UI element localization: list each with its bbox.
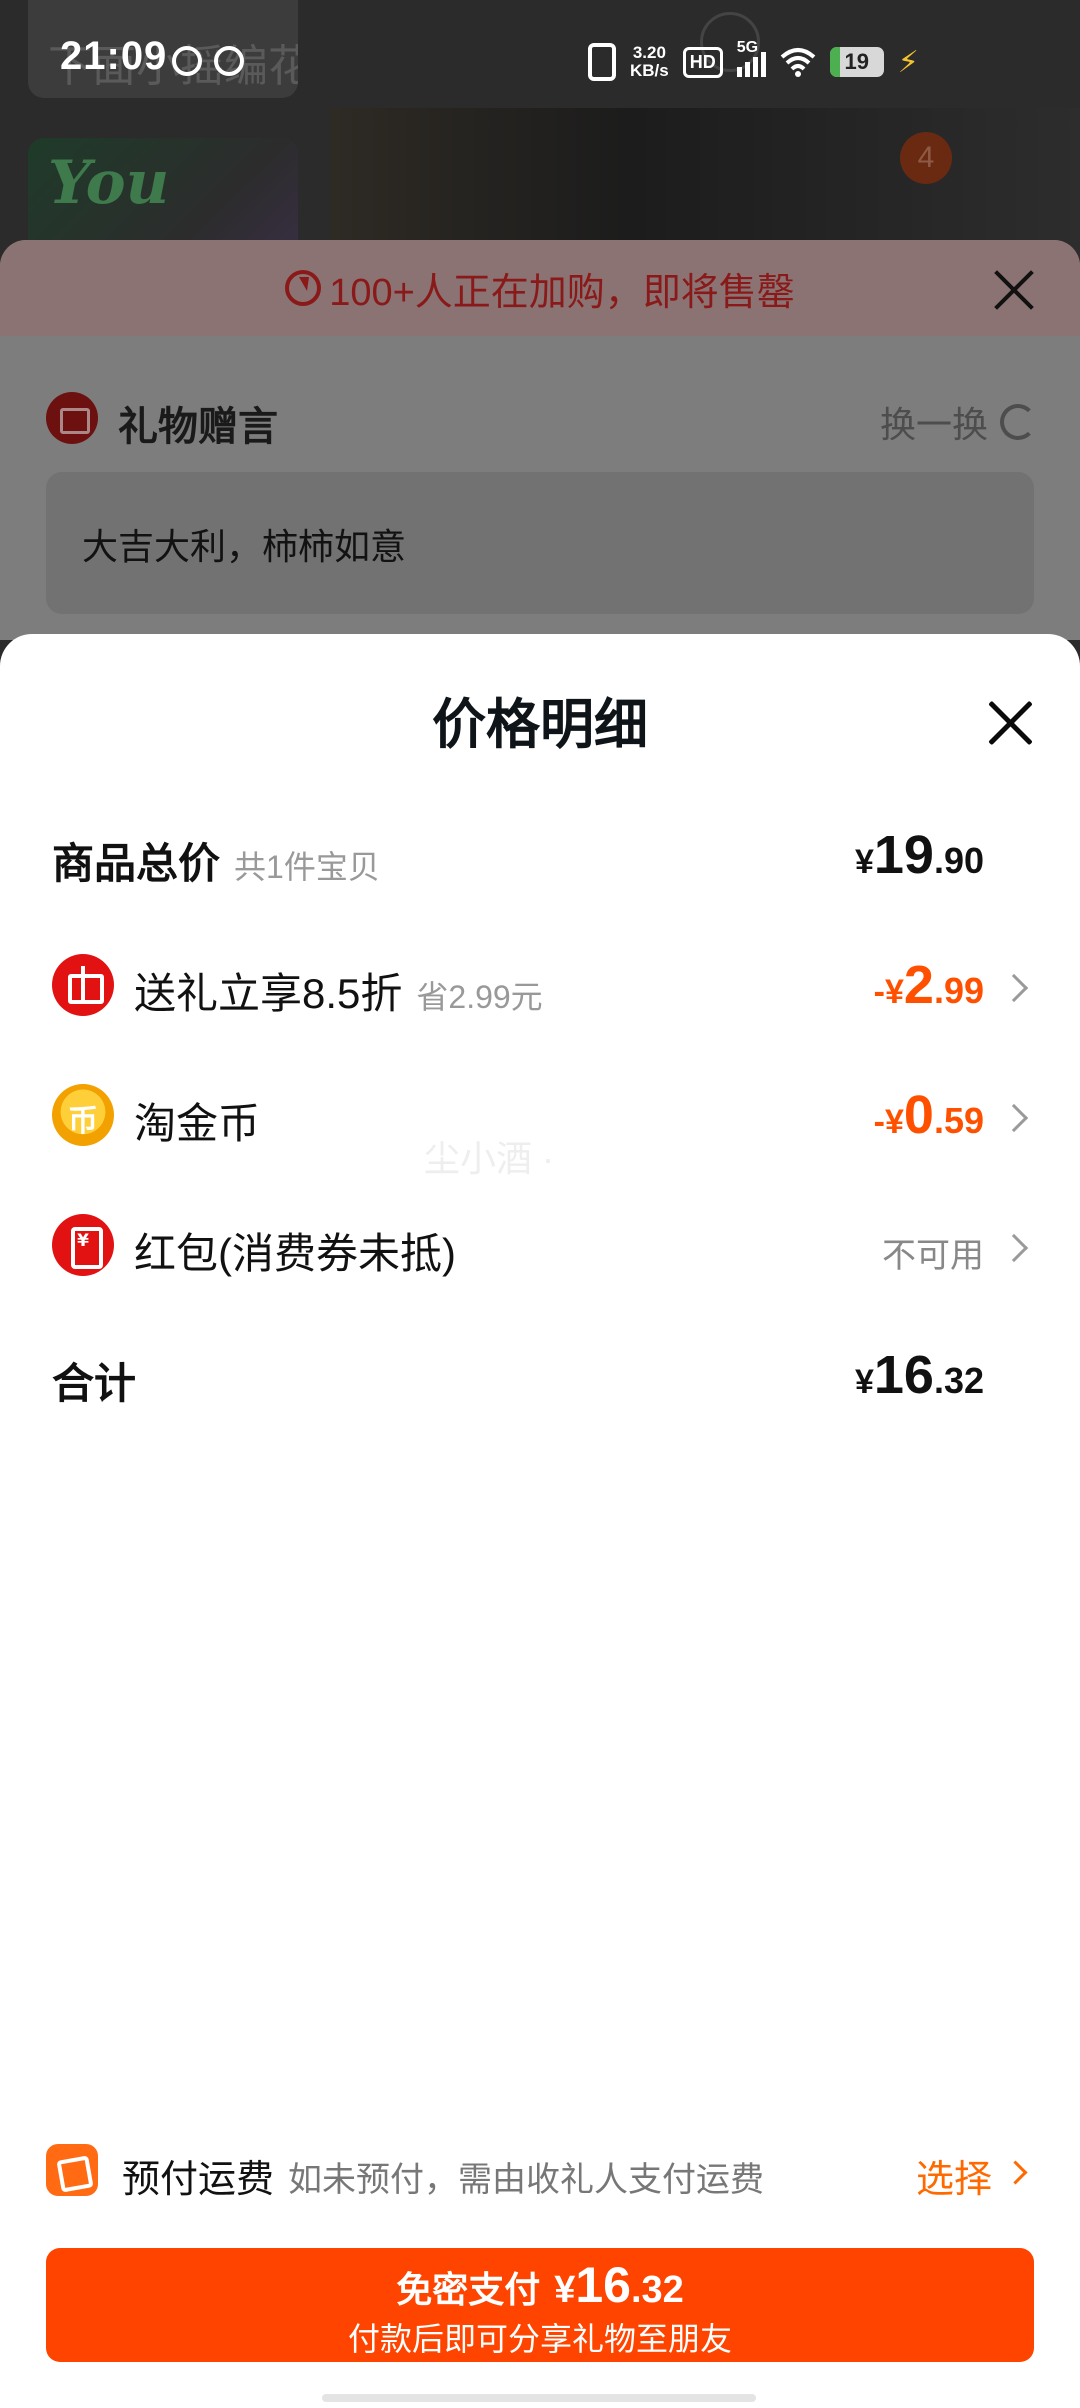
notification-app-icon bbox=[172, 46, 202, 76]
gift-message-field[interactable]: 大吉大利，柿柿如意 bbox=[46, 472, 1034, 614]
pay-button-subtitle: 付款后即可分享礼物至朋友 bbox=[347, 2321, 732, 2357]
urgency-message: 100+人正在加购，即将售罄 bbox=[0, 240, 1080, 336]
shipping-title: 预付运费 bbox=[122, 2159, 275, 2201]
network-speed-unit: KB/s bbox=[630, 61, 669, 80]
chevron-right-icon bbox=[999, 1103, 1029, 1133]
battery-level: 19 bbox=[844, 49, 869, 74]
vibrate-icon bbox=[588, 43, 616, 81]
background-badge: 4 bbox=[900, 132, 952, 184]
currency: ¥ bbox=[554, 2269, 576, 2311]
price-integer: 16 bbox=[575, 2257, 631, 2313]
price-decimal: .90 bbox=[933, 840, 984, 881]
gift-discount-value: -¥2.99 bbox=[874, 954, 984, 1016]
notification-app-icon bbox=[214, 46, 244, 76]
price-decimal: .32 bbox=[933, 1360, 984, 1401]
price-integer: 0 bbox=[903, 1085, 934, 1145]
goods-total-label-text: 商品总价 bbox=[52, 840, 221, 887]
battery-icon: 19 bbox=[829, 47, 884, 77]
bolt-icon bbox=[285, 270, 322, 306]
home-indicator[interactable] bbox=[322, 2394, 756, 2402]
charging-icon: ⚡ bbox=[897, 44, 919, 80]
swap-label: 换一换 bbox=[879, 404, 988, 445]
refresh-icon bbox=[1000, 404, 1036, 440]
network-speed-value: 3.20 bbox=[632, 43, 666, 62]
price-integer: 16 bbox=[873, 1345, 934, 1405]
gift-discount-label: 送礼立享8.5折 省2.99元 bbox=[134, 960, 543, 1021]
price-decimal: .59 bbox=[933, 1100, 984, 1141]
coin-icon: 币 bbox=[52, 1084, 114, 1146]
gold-coin-label: 淘金币 bbox=[134, 1100, 261, 1147]
currency: ¥ bbox=[854, 843, 874, 881]
goods-total-label: 商品总价 共1件宝贝 bbox=[52, 830, 380, 891]
sheet-title: 价格明细 bbox=[432, 695, 648, 755]
wifi-icon bbox=[780, 48, 816, 77]
close-icon[interactable] bbox=[992, 268, 1036, 312]
currency: -¥ bbox=[873, 973, 904, 1011]
gift-message-sheet: 100+人正在加购，即将售罄 礼物赠言 换一换 大吉大利，柿柿如意 bbox=[0, 240, 1080, 640]
goods-count: 共1件宝贝 bbox=[234, 849, 380, 885]
gift-icon bbox=[52, 954, 114, 1016]
red-packet-row[interactable]: ¥ 红包(消费券未抵) 不可用 bbox=[52, 1214, 1032, 1284]
price-integer: 2 bbox=[903, 955, 934, 1015]
shipping-select-button[interactable]: 选择 bbox=[916, 2148, 1028, 2203]
red-packet-value: 不可用 bbox=[882, 1237, 984, 1275]
price-decimal: .32 bbox=[630, 2269, 684, 2311]
status-indicators: 3.20 KB/s HD 5G 19 ⚡ bbox=[588, 39, 919, 84]
status-time: 21:09 bbox=[60, 34, 168, 78]
network-speed: 3.20 KB/s bbox=[630, 44, 669, 80]
gift-message-header: 礼物赠言 换一换 bbox=[46, 388, 1036, 449]
red-packet-icon: ¥ bbox=[52, 1214, 114, 1276]
goods-total-row: 商品总价 共1件宝贝 ¥19.90 bbox=[52, 824, 1032, 894]
gold-coin-value: -¥0.59 bbox=[874, 1084, 984, 1146]
swap-message-button[interactable]: 换一换 bbox=[880, 396, 1036, 448]
sum-value: ¥16.32 bbox=[855, 1344, 984, 1406]
gift-message-title: 礼物赠言 bbox=[118, 405, 278, 449]
hd-icon: HD bbox=[682, 46, 723, 78]
close-icon[interactable] bbox=[988, 700, 1034, 746]
pay-button-label: 免密支付 bbox=[396, 2269, 541, 2310]
pay-button[interactable]: 免密支付 ¥16.32 付款后即可分享礼物至朋友 bbox=[46, 2248, 1034, 2362]
sum-label: 合计 bbox=[52, 1360, 137, 1407]
sum-row: 合计 ¥16.32 bbox=[52, 1344, 1032, 1414]
chevron-right-icon bbox=[999, 1233, 1029, 1263]
watermark: 尘小酒 · bbox=[424, 1138, 554, 1179]
prepaid-shipping-row[interactable]: 预付运费 如未预付，需由收礼人支付运费 选择 bbox=[46, 2140, 1036, 2203]
red-packet-label: 红包(消费券未抵) bbox=[134, 1230, 456, 1277]
signal-type: 5G bbox=[736, 39, 759, 56]
chevron-right-icon bbox=[999, 973, 1029, 1003]
status-notification-icons bbox=[172, 46, 244, 76]
goods-total-value: ¥19.90 bbox=[855, 824, 984, 886]
gift-discount-saving: 省2.99元 bbox=[416, 979, 543, 1015]
urgency-text: 100+人正在加购，即将售罄 bbox=[329, 271, 795, 314]
shipping-box-icon bbox=[46, 2144, 98, 2196]
currency: ¥ bbox=[854, 1363, 874, 1401]
price-integer: 19 bbox=[873, 825, 934, 885]
gift-discount-row[interactable]: 送礼立享8.5折 省2.99元 -¥2.99 bbox=[52, 954, 1032, 1024]
currency: -¥ bbox=[873, 1103, 904, 1141]
price-decimal: .99 bbox=[933, 970, 984, 1011]
gift-discount-label-text: 送礼立享8.5折 bbox=[134, 970, 403, 1017]
shipping-note: 如未预付，需由收礼人支付运费 bbox=[288, 2161, 764, 2199]
cellular-signal-icon: 5G bbox=[736, 39, 766, 77]
gift-icon bbox=[46, 392, 98, 444]
status-bar: 21:09 3.20 KB/s HD 5G 19 ⚡ bbox=[0, 0, 1080, 110]
pay-button-main: 免密支付 ¥16.32 bbox=[46, 2256, 1034, 2314]
